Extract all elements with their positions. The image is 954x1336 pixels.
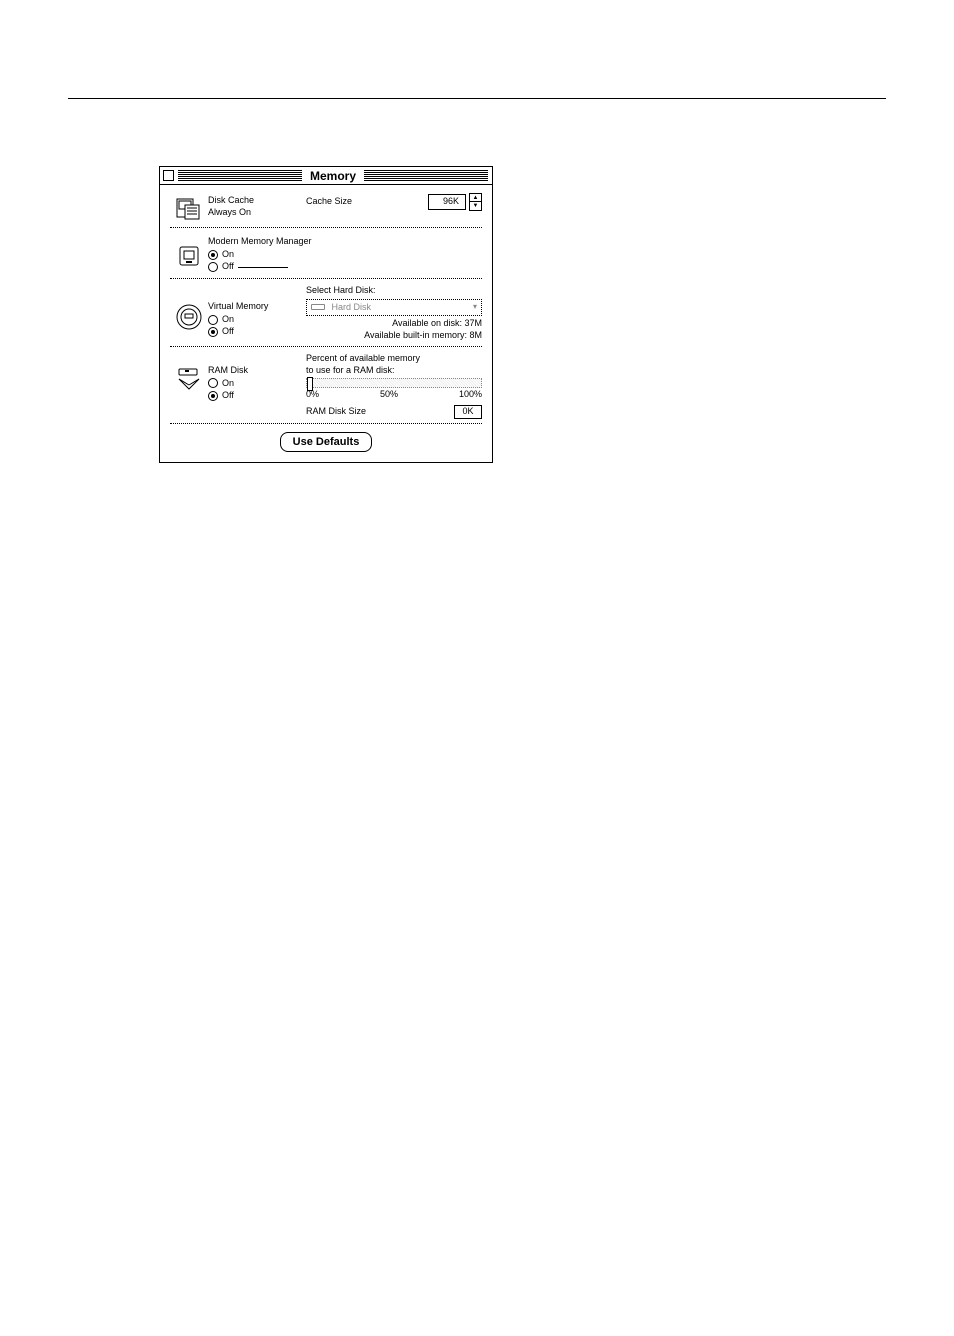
- radio-on-icon: [208, 250, 218, 260]
- disk-cache-section: Disk Cache Always On Cache Size 96K ▲ ▼: [170, 193, 482, 223]
- scale-100: 100%: [459, 389, 482, 401]
- radio-on-icon: [208, 327, 218, 337]
- section-divider: [170, 227, 482, 228]
- window-content: Disk Cache Always On Cache Size 96K ▲ ▼: [160, 185, 492, 462]
- hard-disk-name: Hard Disk: [332, 302, 372, 312]
- ram-disk-label: RAM Disk: [208, 365, 306, 377]
- stepper-up-icon[interactable]: ▲: [470, 194, 481, 202]
- ram-disk-percent-line2: to use for a RAM disk:: [306, 365, 482, 377]
- window-title: Memory: [306, 169, 360, 183]
- radio-off-icon: [208, 315, 218, 325]
- ram-disk-percent-line1: Percent of available memory: [306, 353, 482, 365]
- stepper-down-icon[interactable]: ▼: [470, 202, 481, 210]
- available-on-disk: Available on disk: 37M: [306, 318, 482, 330]
- modern-memory-label: Modern Memory Manager: [208, 236, 312, 248]
- radio-on-icon: [208, 391, 218, 401]
- ram-disk-icon: [175, 367, 203, 391]
- close-box[interactable]: [163, 170, 174, 181]
- virtual-memory-label: Virtual Memory: [208, 301, 306, 313]
- modern-memory-section: Modern Memory Manager On Off: [170, 234, 482, 274]
- select-hard-disk-label: Select Hard Disk:: [306, 285, 482, 297]
- cache-size-stepper[interactable]: ▲ ▼: [469, 193, 482, 211]
- titlebar[interactable]: Memory: [160, 167, 492, 185]
- memory-manager-icon: [177, 244, 201, 268]
- titlebar-stripes: [364, 170, 488, 182]
- section-divider: [170, 346, 482, 347]
- virtual-memory-section: Virtual Memory On Off Select Hard Disk: …: [170, 285, 482, 342]
- ram-disk-off-radio[interactable]: Off: [208, 390, 306, 402]
- hard-disk-dropdown[interactable]: Hard Disk ▾: [306, 299, 482, 317]
- virtual-memory-on-radio[interactable]: On: [208, 314, 306, 326]
- modern-memory-on-radio[interactable]: On: [208, 249, 312, 261]
- titlebar-stripes: [178, 170, 302, 182]
- ram-disk-on-radio[interactable]: On: [208, 378, 306, 390]
- memory-window: Memory Disk Cache Always On: [159, 166, 493, 463]
- ram-disk-size-label: RAM Disk Size: [306, 406, 366, 418]
- disk-cache-always-on: Always On: [208, 207, 306, 219]
- radio-off-icon: [208, 262, 218, 272]
- disk-cache-label: Disk Cache: [208, 195, 306, 207]
- virtual-memory-icon: [175, 303, 203, 331]
- slider-thumb[interactable]: [307, 377, 313, 391]
- ram-disk-size-value: 0K: [454, 405, 482, 419]
- hard-disk-icon: [311, 304, 325, 310]
- section-divider: [170, 278, 482, 279]
- dropdown-chevron-icon: ▾: [473, 302, 477, 312]
- use-defaults-button[interactable]: Use Defaults: [280, 432, 373, 452]
- cache-size-value: 96K: [428, 194, 466, 210]
- scale-50: 50%: [380, 389, 398, 401]
- virtual-memory-off-radio[interactable]: Off: [208, 326, 306, 338]
- page-horizontal-rule: [68, 98, 886, 99]
- section-divider: [170, 423, 482, 424]
- modern-memory-off-radio[interactable]: Off: [208, 261, 312, 273]
- available-builtin-memory: Available built-in memory: 8M: [306, 330, 482, 342]
- disk-cache-icon: [175, 195, 203, 223]
- off-callout-line: [238, 267, 288, 268]
- radio-off-icon: [208, 378, 218, 388]
- ram-disk-slider[interactable]: [306, 378, 482, 388]
- ram-disk-section: RAM Disk On Off Percent of available mem…: [170, 353, 482, 419]
- cache-size-label: Cache Size: [306, 196, 352, 208]
